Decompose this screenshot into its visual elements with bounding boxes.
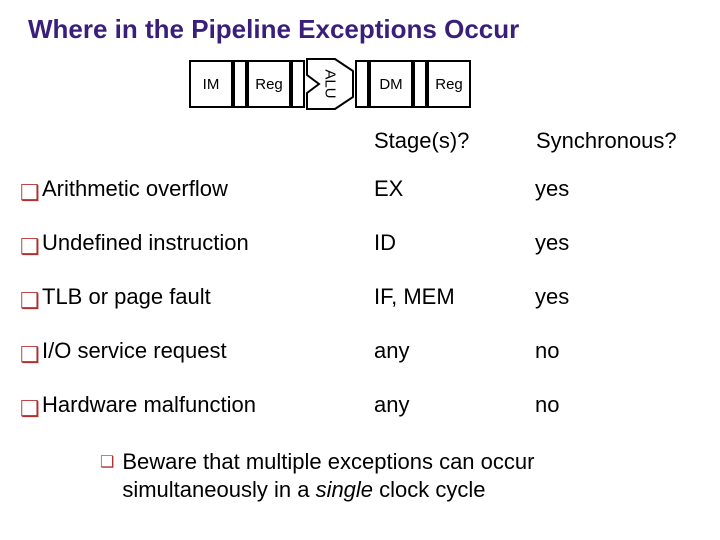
footnote: ❑ Beware that multiple exceptions can oc… (0, 434, 720, 503)
stage-reg-1: Reg (247, 60, 291, 108)
stage-alu: ALU (305, 57, 355, 111)
bullet-icon: ❑ (100, 453, 114, 473)
header-stage: Stage(s)? (374, 127, 535, 164)
exception-sync: no (535, 380, 700, 434)
stage-im: IM (189, 60, 233, 108)
latch-icon (291, 60, 305, 108)
exception-stage: EX (374, 164, 535, 218)
latch-icon (355, 60, 369, 108)
exception-name: Arithmetic overflow (42, 164, 374, 218)
stage-reg-2: Reg (427, 60, 471, 108)
exception-sync: yes (535, 218, 700, 272)
exceptions-table: Stage(s)? Synchronous? ❑Arithmetic overf… (0, 127, 720, 434)
table-row: ❑Arithmetic overflowEXyes (20, 164, 700, 218)
table-row: ❑TLB or page faultIF, MEMyes (20, 272, 700, 326)
exception-stage: IF, MEM (374, 272, 535, 326)
exception-name: Undefined instruction (42, 218, 374, 272)
exception-sync: yes (535, 164, 700, 218)
table-row: ❑Hardware malfunctionanyno (20, 380, 700, 434)
note-text-post: clock cycle (373, 477, 485, 502)
bullet-icon: ❑ (20, 164, 42, 218)
exception-stage: ID (374, 218, 535, 272)
header-sync: Synchronous? (535, 127, 700, 164)
bullet-icon: ❑ (20, 380, 42, 434)
note-text-italic: single (316, 477, 373, 502)
stage-dm: DM (369, 60, 413, 108)
bullet-icon: ❑ (20, 218, 42, 272)
table-row: ❑I/O service requestanyno (20, 326, 700, 380)
slide-title: Where in the Pipeline Exceptions Occur (0, 0, 720, 53)
exception-stage: any (374, 326, 535, 380)
latch-icon (413, 60, 427, 108)
exception-name: I/O service request (42, 326, 374, 380)
alu-label: ALU (322, 69, 339, 98)
exception-name: TLB or page fault (42, 272, 374, 326)
exception-sync: yes (535, 272, 700, 326)
exception-sync: no (535, 326, 700, 380)
latch-icon (233, 60, 247, 108)
pipeline-diagram: IM Reg ALU DM Reg (0, 57, 720, 111)
bullet-icon: ❑ (20, 326, 42, 380)
table-row: ❑Undefined instructionIDyes (20, 218, 700, 272)
exception-stage: any (374, 380, 535, 434)
bullet-icon: ❑ (20, 272, 42, 326)
exception-name: Hardware malfunction (42, 380, 374, 434)
